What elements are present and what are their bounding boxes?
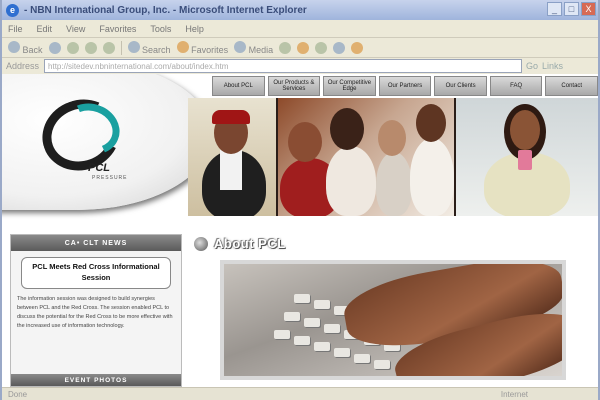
toolbar-divider	[120, 40, 122, 55]
window-title: - NBN International Group, Inc. - Micros…	[24, 4, 307, 16]
stop-icon[interactable]	[66, 41, 79, 54]
back-label: Back	[22, 44, 43, 55]
logo-text[interactable]: PCL	[88, 162, 110, 174]
media-label: Media	[248, 44, 274, 55]
logo-subtext: PRESSURE	[92, 175, 128, 181]
maximize-button[interactable]: □	[564, 2, 579, 16]
menu-favorites[interactable]: Favorites	[99, 24, 136, 34]
nav-faq[interactable]: FAQ	[489, 76, 543, 96]
news-title[interactable]: PCL Meets Red Cross Informational Sessio…	[21, 257, 171, 289]
person-scarf	[518, 150, 532, 170]
photo-woman	[456, 98, 598, 216]
person-head	[378, 120, 406, 156]
news-heading: CA• CLT NEWS	[11, 235, 181, 251]
person-body	[410, 138, 454, 216]
close-button[interactable]: X	[581, 2, 596, 16]
minimize-button[interactable]: _	[547, 2, 562, 16]
keyboard-key	[374, 360, 390, 369]
photo-man-1	[188, 98, 276, 216]
menu-edit[interactable]: Edit	[37, 24, 53, 34]
status-text: Done	[8, 389, 28, 399]
home-icon[interactable]	[102, 41, 115, 54]
person-head	[416, 104, 446, 142]
person-body	[376, 152, 412, 216]
keyboard-key	[304, 318, 320, 327]
media-button[interactable]: Media	[234, 40, 274, 55]
mail-icon[interactable]	[297, 41, 310, 54]
favorites-star-icon	[176, 40, 189, 53]
keyboard-photo	[220, 260, 566, 380]
keyboard-key	[314, 342, 330, 351]
forward-arrow-icon[interactable]	[48, 41, 61, 54]
nav-products[interactable]: Our Products & Services	[267, 76, 321, 96]
news-sidebar: CA• CLT NEWS PCL Meets Red Cross Informa…	[10, 234, 182, 387]
back-button[interactable]: Back	[8, 40, 43, 55]
menu-bar: File Edit View Favorites Tools Help	[2, 20, 598, 38]
keyboard-key	[294, 294, 310, 303]
go-button[interactable]: Go	[526, 61, 538, 71]
person-head	[288, 122, 322, 162]
header-photo-collage	[188, 98, 598, 216]
keyboard-key	[324, 324, 340, 333]
keyboard-key	[334, 348, 350, 357]
status-zone: Internet	[500, 389, 528, 399]
news-body: The information session was designed to …	[17, 296, 173, 329]
edit-icon[interactable]	[333, 41, 346, 54]
person-head	[330, 108, 364, 150]
media-icon	[234, 40, 247, 53]
title-bar: e - NBN International Group, Inc. - Micr…	[2, 0, 598, 20]
about-heading: About PCL	[194, 236, 286, 251]
window-controls: _ □ X	[547, 2, 596, 16]
ie-logo-icon: e	[6, 3, 19, 17]
person-body	[326, 146, 376, 216]
menu-view[interactable]: View	[66, 24, 85, 34]
keyboard-key	[354, 354, 370, 363]
address-label: Address	[6, 61, 40, 71]
print-icon[interactable]	[315, 41, 328, 54]
back-arrow-icon	[8, 40, 20, 53]
favorites-label: Favorites	[191, 44, 229, 55]
favorites-button[interactable]: Favorites	[176, 40, 229, 55]
keyboard-key	[314, 300, 330, 309]
keyboard-key	[294, 336, 310, 345]
nav-about[interactable]: About PCL	[212, 76, 265, 96]
page-content: PCL PRESSURE About PCL Our Products & Se…	[2, 74, 598, 387]
keyboard-key	[284, 312, 300, 321]
refresh-icon[interactable]	[84, 41, 97, 54]
bullet-icon	[194, 236, 208, 251]
status-bar: Done Internet	[2, 387, 598, 400]
person-head	[510, 110, 540, 150]
search-button[interactable]: Search	[127, 40, 171, 55]
menu-tools[interactable]: Tools	[150, 24, 171, 34]
person-cap	[212, 110, 250, 124]
nav-competitive-edge[interactable]: Our Competitive Edge	[323, 76, 376, 96]
photo-group	[278, 98, 454, 216]
person-shirt	[220, 150, 242, 190]
site-nav: About PCL Our Products & Services Our Co…	[212, 76, 598, 96]
history-icon[interactable]	[279, 41, 292, 54]
toolbar: Back Search Favorites Media	[2, 38, 598, 58]
search-icon	[127, 40, 140, 53]
links-button[interactable]: Links	[542, 61, 563, 71]
keyboard-key	[274, 330, 290, 339]
event-photos-heading[interactable]: EVENT PHOTOS	[11, 374, 181, 386]
browser-window: e - NBN International Group, Inc. - Micr…	[0, 0, 600, 400]
menu-help[interactable]: Help	[185, 24, 204, 34]
menu-file[interactable]: File	[8, 24, 23, 34]
address-input[interactable]: http://sitedev.nbninternational.com/abou…	[44, 59, 523, 73]
nav-contact[interactable]: Contact	[545, 76, 598, 96]
nav-partners[interactable]: Our Partners	[378, 76, 432, 96]
search-label: Search	[142, 44, 171, 55]
nav-clients[interactable]: Our Clients	[434, 76, 487, 96]
address-bar: Address http://sitedev.nbninternational.…	[2, 58, 598, 74]
messenger-icon[interactable]	[351, 41, 364, 54]
about-title: About PCL	[214, 236, 286, 251]
site-header: PCL PRESSURE About PCL Our Products & Se…	[2, 74, 598, 222]
